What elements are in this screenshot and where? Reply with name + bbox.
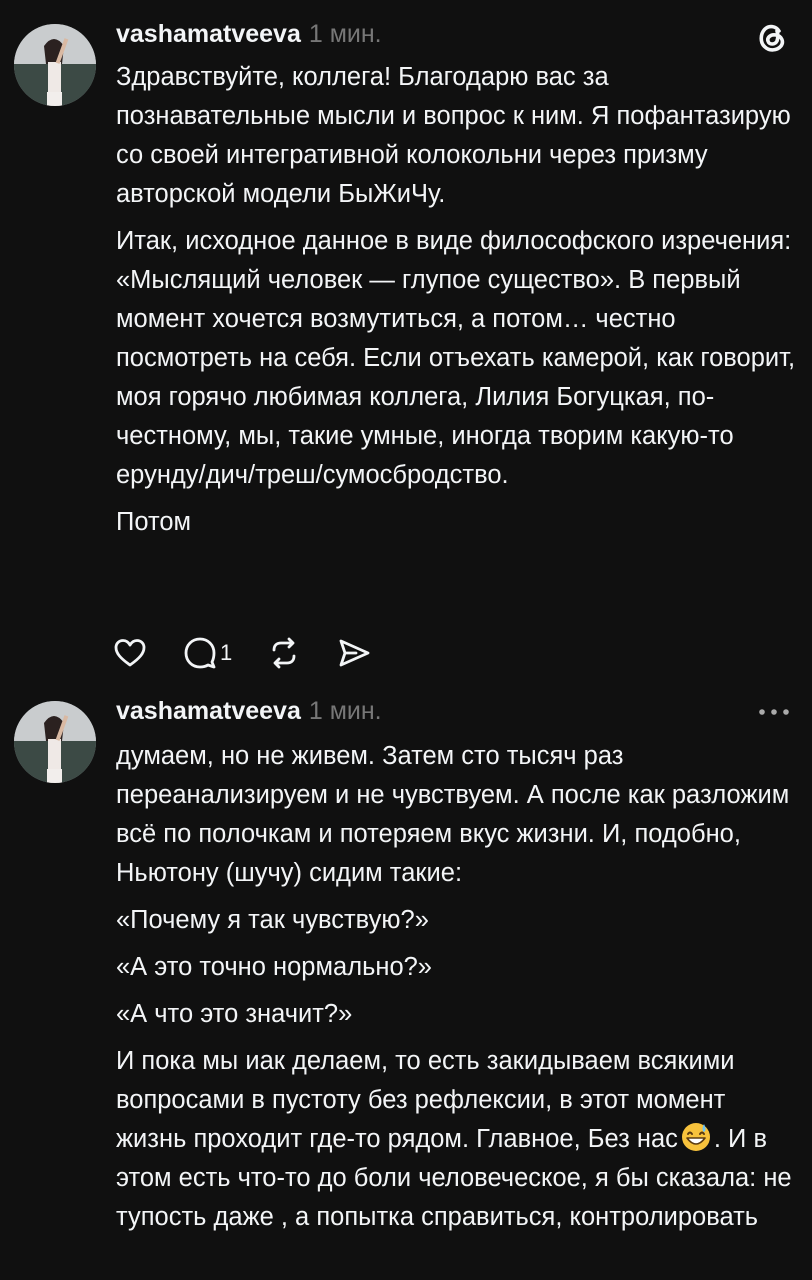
username[interactable]: vashamatveeva bbox=[116, 697, 301, 726]
post-header: vashamatveeva 1 мин. bbox=[116, 697, 382, 733]
thread-post-2: vashamatveeva 1 мин. думаем, но не живем… bbox=[0, 0, 812, 1280]
post-paragraph: «Почему я так чувствую?» bbox=[116, 906, 429, 934]
avatar[interactable] bbox=[14, 701, 96, 783]
post-paragraph: И пока мы иак делаем, то есть закидываем… bbox=[116, 1042, 796, 1237]
more-options-icon[interactable] bbox=[754, 700, 794, 724]
post-paragraph: «А это точно нормально?» bbox=[116, 953, 432, 981]
post-paragraph: «А что это значит?» bbox=[116, 1000, 353, 1028]
timestamp: 1 мин. bbox=[308, 697, 382, 725]
paragraph-text-start: И пока мы иак делаем, то есть закидываем… bbox=[116, 1047, 735, 1153]
post-body: думаем, но не живем. Затем сто тысяч раз… bbox=[116, 737, 796, 1245]
avatar-image bbox=[14, 701, 96, 783]
post-paragraph: думаем, но не живем. Затем сто тысяч раз… bbox=[116, 742, 790, 887]
grinning-face-with-sweat-emoji bbox=[681, 1123, 710, 1151]
